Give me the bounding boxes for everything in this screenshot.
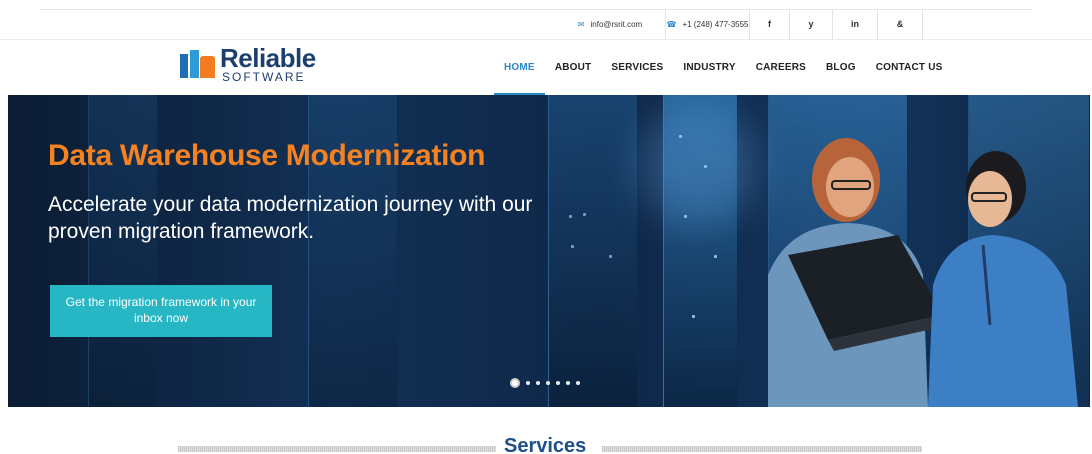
slider-dot[interactable] xyxy=(546,381,550,385)
nav-services[interactable]: SERVICES xyxy=(601,40,673,95)
nav-careers[interactable]: CAREERS xyxy=(746,40,816,95)
logo-wordmark: Reliable xyxy=(220,43,316,73)
services-section-header: Services xyxy=(178,432,922,454)
nav-contact-us[interactable]: CONTACT US xyxy=(866,40,953,95)
heading-divider xyxy=(602,446,922,452)
email-link[interactable]: ✉ info@rsrit.com xyxy=(555,9,665,39)
logo-subtext: SOFTWARE xyxy=(222,70,306,84)
main-header: Reliable SOFTWARE HOME ABOUT SERVICES IN… xyxy=(0,39,1092,95)
linkedin-icon[interactable]: in xyxy=(832,9,877,39)
phone-icon: ☎ xyxy=(666,19,677,29)
email-text: info@rsrit.com xyxy=(590,19,643,29)
slider-dot[interactable] xyxy=(566,381,570,385)
hero-subtitle: Accelerate your data modernization journ… xyxy=(48,193,533,244)
heading-divider xyxy=(178,446,496,452)
twitter-icon[interactable]: y xyxy=(789,9,832,39)
utility-bar: ✉ info@rsrit.com ☎ +1 (248) 477-3555 f y… xyxy=(0,9,1092,39)
slider-dot[interactable] xyxy=(526,381,530,385)
primary-nav: HOME ABOUT SERVICES INDUSTRY CAREERS BLO… xyxy=(494,40,953,95)
migration-framework-cta-button[interactable]: Get the migration framework in your inbo… xyxy=(50,285,272,337)
nav-blog[interactable]: BLOG xyxy=(816,40,866,95)
hero-people-image xyxy=(768,138,1078,407)
topbar-end-divider xyxy=(922,9,923,39)
nav-about[interactable]: ABOUT xyxy=(545,40,602,95)
phone-link[interactable]: ☎ +1 (248) 477-3555 xyxy=(665,9,749,39)
phone-text: +1 (248) 477-3555 xyxy=(682,19,749,29)
hero-banner: Data Warehouse Modernization Accelerate … xyxy=(8,95,1090,407)
slider-dot[interactable] xyxy=(576,381,580,385)
youtube-icon[interactable]: & xyxy=(877,9,922,39)
logo-mark-icon xyxy=(180,48,216,80)
hero-title: Data Warehouse Modernization xyxy=(48,139,486,172)
mail-icon: ✉ xyxy=(577,19,585,29)
server-rack xyxy=(548,95,638,407)
nav-home[interactable]: HOME xyxy=(494,40,545,95)
facebook-icon[interactable]: f xyxy=(749,9,789,39)
services-heading: Services xyxy=(504,435,587,454)
slider-dot[interactable] xyxy=(556,381,560,385)
slider-dot[interactable] xyxy=(536,381,540,385)
slider-pagination xyxy=(510,378,580,388)
slider-dot[interactable] xyxy=(510,378,520,388)
nav-industry[interactable]: INDUSTRY xyxy=(673,40,745,95)
site-logo[interactable]: Reliable SOFTWARE xyxy=(180,44,316,84)
